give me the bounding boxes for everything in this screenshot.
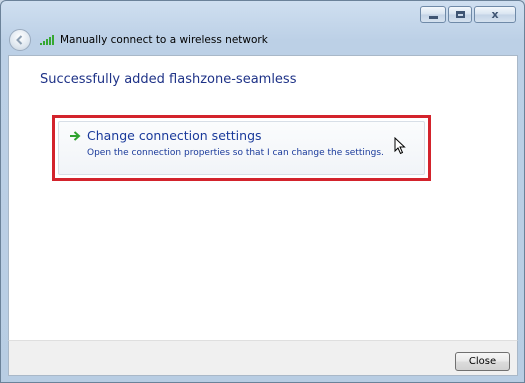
highlight-annotation: Change connection settings Open the conn…: [52, 115, 431, 181]
footer-bar: Close: [8, 340, 518, 376]
mouse-cursor-icon: [394, 137, 406, 155]
green-arrow-icon: [70, 131, 81, 141]
title-bar[interactable]: x: [1, 1, 524, 27]
wizard-window: x Manually connect to a wireless network…: [0, 0, 525, 383]
command-link-title: Change connection settings: [87, 128, 262, 143]
wizard-title: Manually connect to a wireless network: [60, 34, 268, 46]
nav-row: Manually connect to a wireless network: [9, 29, 268, 51]
minimize-button[interactable]: [420, 6, 446, 23]
maximize-button[interactable]: [448, 6, 472, 23]
back-button[interactable]: [9, 29, 31, 51]
back-arrow-icon: [16, 35, 23, 45]
page-heading: Successfully added flashzone-seamless: [40, 72, 297, 87]
close-icon: x: [491, 8, 499, 21]
command-link-description: Open the connection properties so that I…: [87, 148, 384, 158]
change-connection-settings-link[interactable]: Change connection settings Open the conn…: [58, 121, 425, 175]
close-window-button[interactable]: x: [474, 6, 516, 23]
close-button[interactable]: Close: [455, 352, 510, 371]
maximize-icon: [455, 11, 465, 18]
wireless-signal-icon: [40, 35, 54, 45]
content-panel: Successfully added flashzone-seamless Ch…: [8, 55, 518, 340]
minimize-icon: [428, 16, 438, 19]
caption-buttons: x: [420, 6, 516, 23]
